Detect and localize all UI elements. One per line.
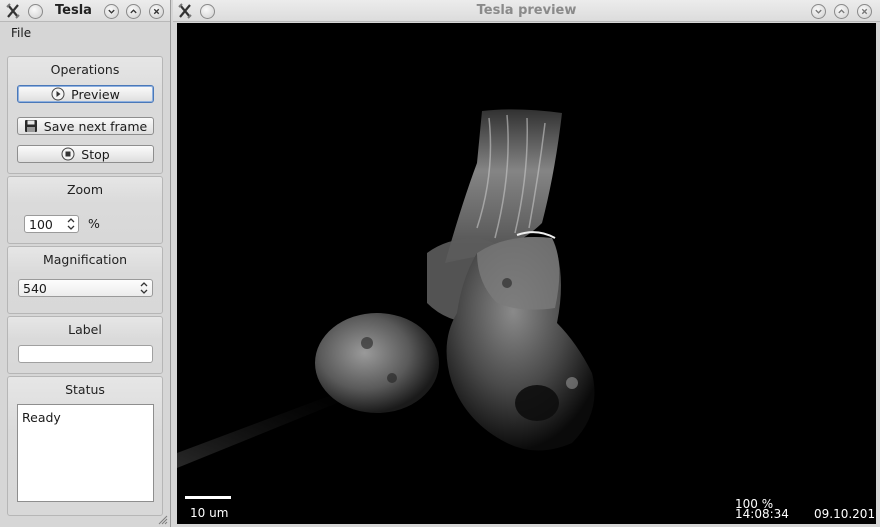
time-readout: 14:08:34 (735, 507, 789, 521)
stop-label: Stop (81, 146, 110, 162)
stop-icon (61, 147, 75, 161)
close-button[interactable] (857, 4, 872, 19)
status-title: Status (65, 382, 105, 397)
chevron-up-icon (838, 9, 845, 14)
file-menu[interactable]: File (11, 26, 31, 40)
chevron-down-icon (815, 9, 822, 14)
minimize-button[interactable] (811, 4, 826, 19)
status-text: Ready (22, 410, 61, 425)
label-title: Label (68, 322, 102, 337)
control-titlebar[interactable]: Tesla (0, 0, 170, 22)
date-readout: 09.10.2013 (814, 507, 876, 521)
close-button[interactable] (149, 4, 164, 19)
label-group: Label (7, 316, 163, 374)
window-title: Tesla preview (476, 3, 577, 18)
pin-button[interactable] (28, 4, 43, 19)
zoom-title: Zoom (66, 182, 104, 197)
preview-button[interactable]: Preview (17, 85, 154, 103)
operations-group: Operations Preview Save next frame Stop (7, 56, 163, 174)
dropdown-arrows-icon (140, 282, 148, 294)
maximize-button[interactable] (834, 4, 849, 19)
zoom-group: Zoom 100 % (7, 176, 163, 244)
play-icon (51, 87, 65, 101)
magnification-select[interactable]: 540 (18, 279, 153, 297)
magnification-value: 540 (23, 281, 47, 296)
chevron-up-icon (130, 9, 137, 14)
microscope-sample-image (177, 109, 595, 468)
zoom-unit: % (88, 216, 100, 231)
menubar: File (0, 23, 170, 45)
close-icon (861, 8, 868, 15)
app-icon[interactable] (5, 3, 21, 19)
close-icon (153, 8, 160, 15)
window-title: Tesla (55, 3, 92, 18)
chevron-down-icon (108, 9, 115, 14)
operations-title: Operations (50, 62, 120, 77)
microscope-image-view[interactable]: 10 um 100 % 14:08:34 09.10.2013 (177, 23, 876, 524)
minimize-button[interactable] (104, 4, 119, 19)
scale-bar (185, 496, 231, 499)
zoom-spinbox[interactable]: 100 (24, 215, 79, 233)
control-window: Tesla File Operations Preview Save next … (0, 0, 171, 527)
magnification-title: Magnification (42, 252, 128, 267)
preview-label: Preview (71, 86, 120, 102)
magnification-group: Magnification 540 (7, 246, 163, 314)
zoom-value: 100 (29, 217, 53, 232)
status-group: Status Ready (7, 376, 163, 516)
preview-window: Tesla preview 10 um 100 % 14:08:34 09.10… (173, 0, 880, 527)
maximize-button[interactable] (126, 4, 141, 19)
spin-arrows-icon[interactable] (66, 217, 76, 231)
stop-button[interactable]: Stop (17, 145, 154, 163)
save-next-frame-button[interactable]: Save next frame (17, 117, 154, 135)
label-input[interactable] (18, 345, 153, 363)
scale-label: 10 um (190, 506, 229, 520)
preview-titlebar[interactable]: Tesla preview (173, 0, 880, 22)
save-icon (24, 120, 37, 132)
status-textbox[interactable]: Ready (17, 404, 154, 502)
resize-grip-icon[interactable] (156, 513, 168, 525)
save-next-frame-label: Save next frame (43, 118, 148, 134)
